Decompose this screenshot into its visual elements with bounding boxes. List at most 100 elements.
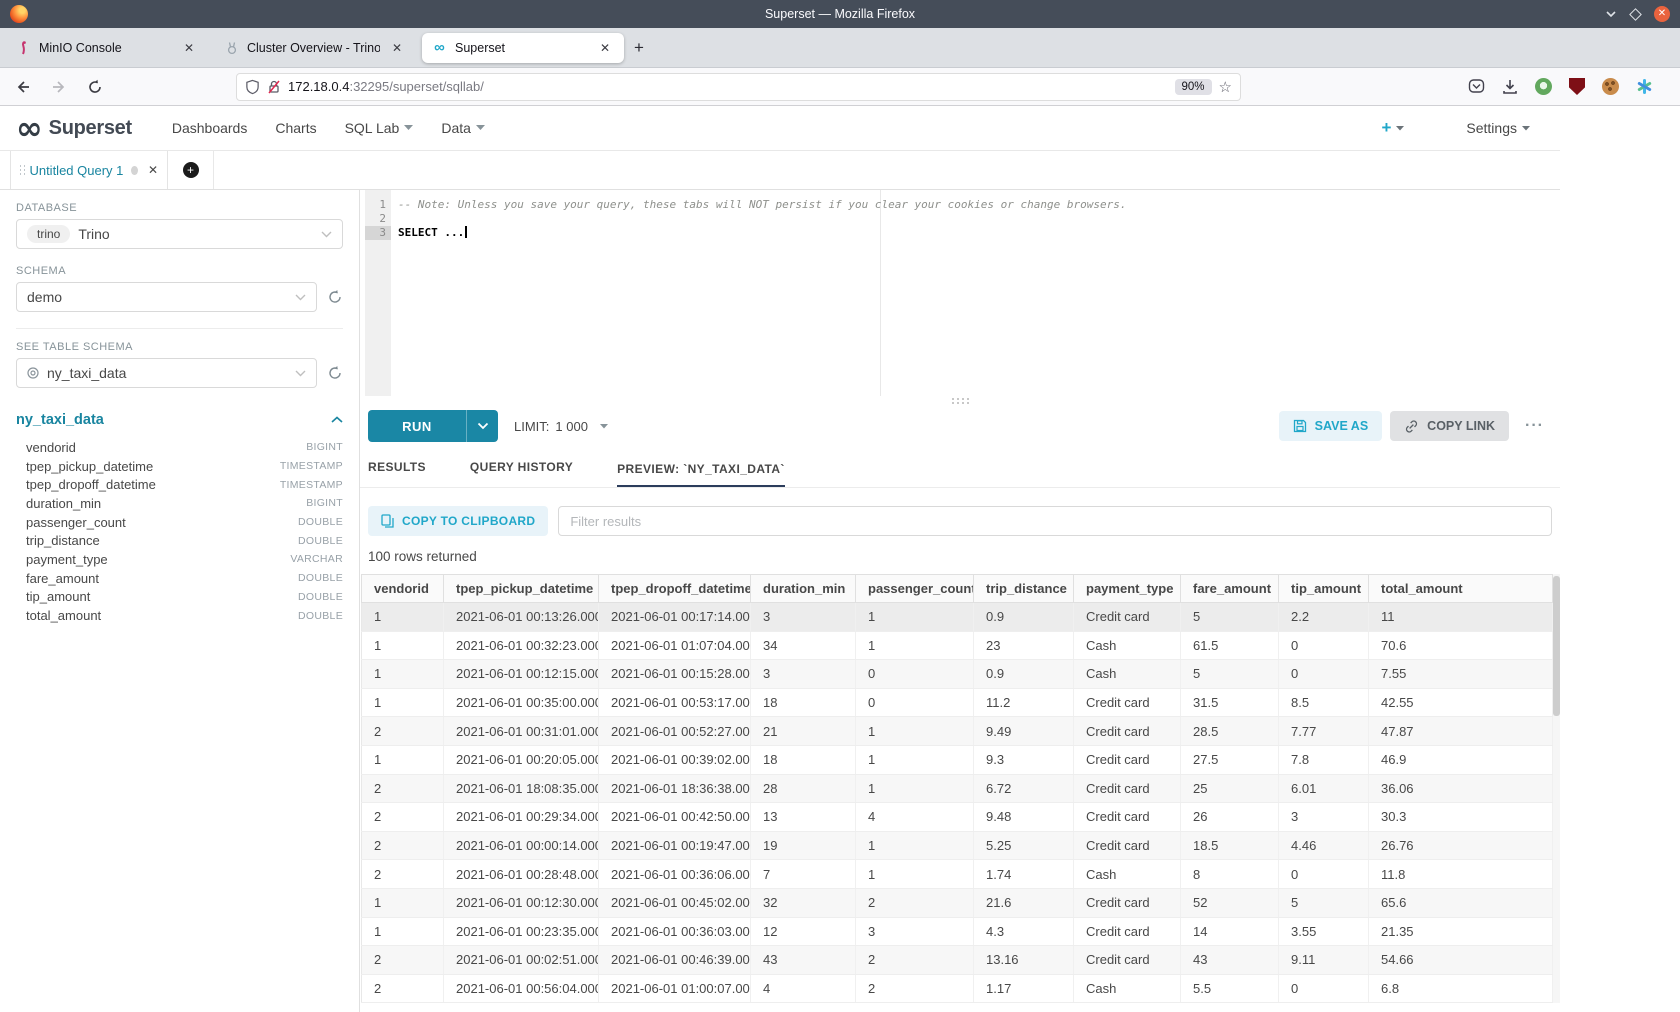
sql-select-line: SELECT ... [398, 226, 1560, 240]
forward-icon[interactable] [46, 74, 72, 100]
cell-distance: 0.9 [974, 660, 1074, 689]
browser-tab-minio[interactable]: MinIO Console ✕ [6, 33, 208, 63]
table-header-cell[interactable]: tip_amount [1279, 575, 1369, 603]
table-header-cell[interactable]: passenger_count [856, 575, 974, 603]
table-row: 1 2021-06-01 00:20:05.000 2021-06-01 00:… [362, 745, 1553, 774]
copy-to-clipboard-button[interactable]: COPY TO CLIPBOARD [368, 506, 548, 536]
reload-icon[interactable] [82, 74, 108, 100]
bookmark-star-icon[interactable]: ☆ [1219, 78, 1232, 96]
table-header-cell[interactable]: trip_distance [974, 575, 1074, 603]
table-header-cell[interactable]: fare_amount [1181, 575, 1279, 603]
save-as-button[interactable]: SAVE AS [1279, 411, 1383, 441]
browser-tab-superset[interactable]: ∞ Superset ✕ [422, 33, 624, 63]
tab-results[interactable]: RESULTS [368, 460, 426, 487]
browser-tab-trino[interactable]: Cluster Overview - Trino ✕ [214, 33, 416, 63]
table-row: 2 2021-06-01 00:56:04.000 2021-06-01 01:… [362, 974, 1553, 1003]
table-scrollbar[interactable] [1553, 574, 1560, 1003]
new-tab-icon[interactable]: + [634, 38, 644, 58]
table-name-heading[interactable]: ny_taxi_data [16, 412, 104, 428]
line-number-active: 3 [365, 226, 391, 240]
collapse-chevron-up-icon[interactable] [331, 416, 343, 424]
nav-item-data[interactable]: Data [441, 120, 485, 136]
table-header-cell[interactable]: total_amount [1369, 575, 1553, 603]
ublock-shield-icon[interactable] [1569, 78, 1585, 95]
add-new-button[interactable]: + [1381, 118, 1404, 138]
results-toolbar: COPY TO CLIPBOARD [360, 506, 1560, 536]
window-maximize-icon[interactable] [1629, 8, 1642, 21]
pane-resize-handle[interactable] [360, 396, 1560, 404]
query-tab[interactable]: Untitled Query 1 ✕ [10, 151, 168, 189]
refresh-icon[interactable] [327, 289, 343, 305]
table-header-cell[interactable]: vendorid [362, 575, 444, 603]
database-select[interactable]: trino Trino [16, 219, 343, 249]
tab-preview[interactable]: PREVIEW: `NY_TAXI_DATA` [617, 462, 785, 487]
add-query-tab-icon[interactable]: + [183, 162, 199, 178]
run-options-caret[interactable] [466, 410, 498, 442]
url-bar[interactable]: 172.18.0.4:32295/superset/sqllab/ 90% ☆ [236, 73, 1241, 101]
table-header-cell[interactable]: tpep_pickup_datetime [444, 575, 599, 603]
cell-distance: 9.49 [974, 717, 1074, 746]
tab-close-icon[interactable]: ✕ [388, 39, 406, 57]
cell-fare: 25 [1181, 774, 1279, 803]
cell-distance: 0.9 [974, 603, 1074, 632]
refresh-icon[interactable] [327, 365, 343, 381]
cell-total: 65.6 [1369, 888, 1553, 917]
tab-close-icon[interactable]: ✕ [596, 39, 614, 57]
scrollbar-thumb[interactable] [1553, 576, 1560, 716]
pocket-icon[interactable] [1468, 78, 1485, 95]
copy-link-button[interactable]: COPY LINK [1390, 411, 1509, 441]
table-header-cell[interactable]: duration_min [751, 575, 856, 603]
column-name: tpep_pickup_datetime [26, 459, 153, 474]
cell-passengers: 3 [856, 917, 974, 946]
shield-icon[interactable] [245, 79, 260, 95]
tab-query-history[interactable]: QUERY HISTORY [470, 460, 573, 487]
sql-empty-line [398, 212, 1560, 226]
schema-select[interactable]: demo [16, 282, 317, 312]
superset-logo[interactable]: ∞ Superset [16, 112, 132, 144]
cell-total: 54.66 [1369, 946, 1553, 975]
more-options-button[interactable]: ··· [1517, 417, 1552, 435]
table-row: 1 2021-06-01 00:12:30.000 2021-06-01 00:… [362, 888, 1553, 917]
column-name: trip_distance [26, 533, 100, 548]
drag-handle-icon[interactable] [20, 165, 21, 167]
filter-results-input[interactable] [558, 506, 1552, 536]
nav-item-dashboards[interactable]: Dashboards [172, 120, 248, 136]
nav-item-sql-lab[interactable]: SQL Lab [345, 120, 414, 136]
window-close-icon[interactable]: ✕ [1654, 6, 1670, 22]
cell-duration: 12 [751, 917, 856, 946]
privacy-badger-icon[interactable] [1535, 78, 1552, 95]
tab-close-icon[interactable]: ✕ [180, 39, 198, 57]
settings-menu[interactable]: Settings [1466, 120, 1530, 136]
nav-item-charts[interactable]: Charts [275, 120, 316, 136]
close-query-tab-icon[interactable]: ✕ [148, 163, 158, 177]
table-header-cell[interactable]: tpep_dropoff_datetime [599, 575, 751, 603]
insecure-lock-icon[interactable] [267, 79, 281, 95]
cookie-extension-icon[interactable] [1602, 78, 1619, 95]
column-name: total_amount [26, 608, 101, 623]
limit-dropdown[interactable]: LIMIT: 1 000 [514, 419, 608, 434]
asterisk-extension-icon[interactable] [1636, 78, 1653, 95]
download-icon[interactable] [1502, 79, 1518, 95]
cell-tip: 0 [1279, 631, 1369, 660]
cell-passengers: 2 [856, 974, 974, 1003]
cell-distance: 6.72 [974, 774, 1074, 803]
cell-passengers: 1 [856, 717, 974, 746]
table-select[interactable]: ny_taxi_data [16, 358, 317, 388]
column-type: VARCHAR [290, 553, 343, 565]
cell-total: 11.8 [1369, 860, 1553, 889]
sql-editor[interactable]: 1 2 3 -- Note: Unless you save your quer… [360, 190, 1560, 396]
url-path: :32295/superset/sqllab/ [349, 79, 483, 94]
table-header-cell[interactable]: payment_type [1074, 575, 1181, 603]
table-row: 2 2021-06-01 00:00:14.000 2021-06-01 00:… [362, 831, 1553, 860]
caret-down-icon [1396, 126, 1404, 131]
schema-column-row: fare_amount DOUBLE [16, 569, 343, 588]
cell-dropoff: 2021-06-01 00:52:27.000 [599, 717, 751, 746]
column-type: TIMESTAMP [280, 479, 343, 491]
cell-tip: 2.2 [1279, 603, 1369, 632]
window-minimize-icon[interactable] [1605, 10, 1617, 18]
caret-down-icon [1522, 126, 1530, 131]
run-button[interactable]: RUN [368, 410, 498, 442]
schema-column-row: payment_type VARCHAR [16, 550, 343, 569]
page-zoom-badge[interactable]: 90% [1175, 79, 1212, 95]
back-icon[interactable] [10, 74, 36, 100]
